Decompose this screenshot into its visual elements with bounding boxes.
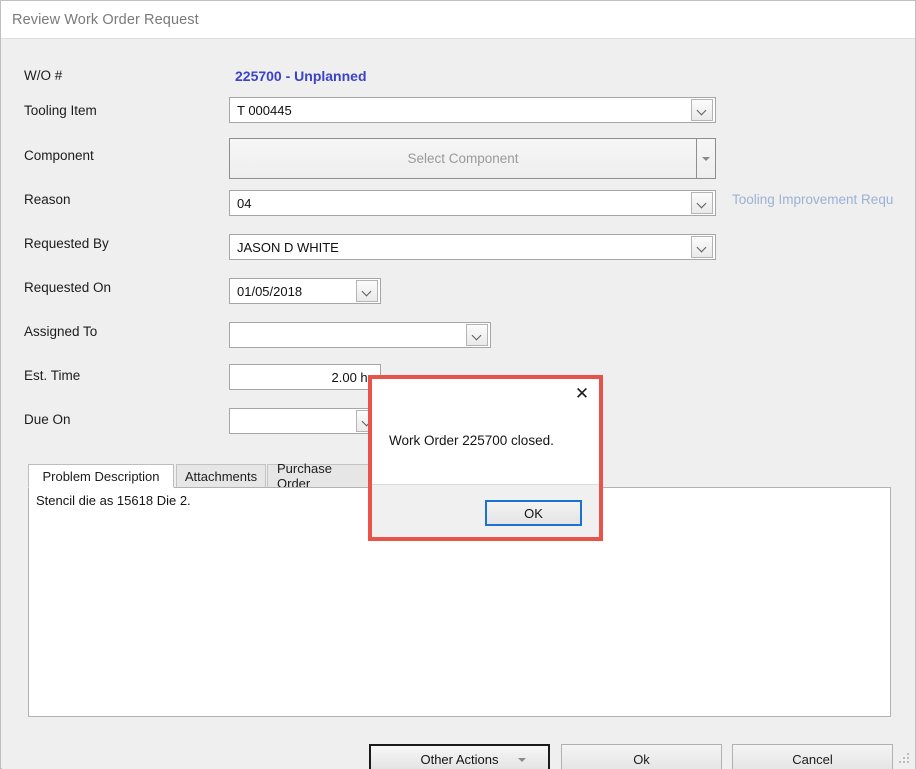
chevron-down-icon[interactable] (691, 236, 713, 258)
label-reason: Reason (24, 192, 71, 207)
label-requested-on: Requested On (24, 280, 112, 295)
window-titlebar: Review Work Order Request (1, 1, 915, 39)
requested-by-value: JASON D WHITE (237, 239, 339, 255)
other-actions-button[interactable]: Other Actions (369, 744, 550, 769)
dialog-footer: OK (372, 484, 599, 537)
chevron-down-icon[interactable] (466, 324, 488, 346)
requested-on-value: 01/05/2018 (237, 283, 303, 299)
requested-on-datepicker[interactable]: 01/05/2018 (229, 278, 381, 304)
label-tooling-item: Tooling Item (24, 103, 97, 118)
assigned-to-combobox[interactable] (229, 322, 491, 348)
triangle-down-icon (518, 758, 526, 762)
component-dropdown-arrow[interactable] (696, 139, 715, 178)
requested-by-combobox[interactable]: JASON D WHITE (229, 234, 716, 260)
application-window: Review Work Order Request W/O # 225700 -… (0, 0, 916, 769)
label-wo-number: W/O # (24, 68, 63, 83)
resize-grip[interactable] (898, 753, 911, 766)
reason-combobox[interactable]: 04 (229, 190, 716, 216)
due-on-datepicker[interactable] (229, 408, 381, 434)
chevron-down-icon[interactable] (691, 192, 713, 214)
other-actions-label: Other Actions (420, 751, 499, 767)
triangle-down-icon (702, 156, 710, 161)
ok-button[interactable]: Ok (561, 744, 722, 769)
component-split-button[interactable]: Select Component (229, 138, 716, 179)
cancel-button[interactable]: Cancel (732, 744, 893, 769)
chevron-down-icon[interactable] (356, 280, 378, 302)
chevron-down-icon[interactable] (691, 99, 713, 121)
label-due-on: Due On (24, 412, 71, 427)
wo-number-value: 225700 - Unplanned (235, 68, 367, 84)
confirmation-dialog: ✕ Work Order 225700 closed. OK (368, 375, 603, 541)
dialog-message: Work Order 225700 closed. (389, 433, 554, 448)
est-time-value: 2.00 hr (331, 369, 372, 385)
dialog-ok-button[interactable]: OK (485, 500, 582, 526)
tooling-item-combobox[interactable]: T 000445 (229, 97, 716, 123)
tab-label: Attachments (184, 468, 258, 484)
close-icon[interactable]: ✕ (573, 385, 591, 403)
dialog-body: ✕ Work Order 225700 closed. (372, 379, 599, 484)
tooling-item-value: T 000445 (237, 102, 292, 118)
tab-problem-description[interactable]: Problem Description (28, 464, 174, 488)
label-assigned-to: Assigned To (24, 324, 98, 339)
window-title: Review Work Order Request (12, 12, 199, 28)
tab-label: Problem Description (42, 468, 160, 484)
label-component: Component (24, 148, 94, 163)
reason-description-text: Tooling Improvement Requ (732, 192, 894, 207)
label-requested-by: Requested By (24, 236, 109, 251)
est-time-input[interactable]: 2.00 hr (229, 364, 381, 390)
label-est-time: Est. Time (24, 368, 81, 383)
reason-value: 04 (237, 195, 252, 211)
tab-purchase-order[interactable]: Purchase Order (267, 461, 375, 491)
tab-attachments[interactable]: Attachments (176, 464, 266, 487)
select-component-button[interactable]: Select Component (230, 139, 696, 178)
